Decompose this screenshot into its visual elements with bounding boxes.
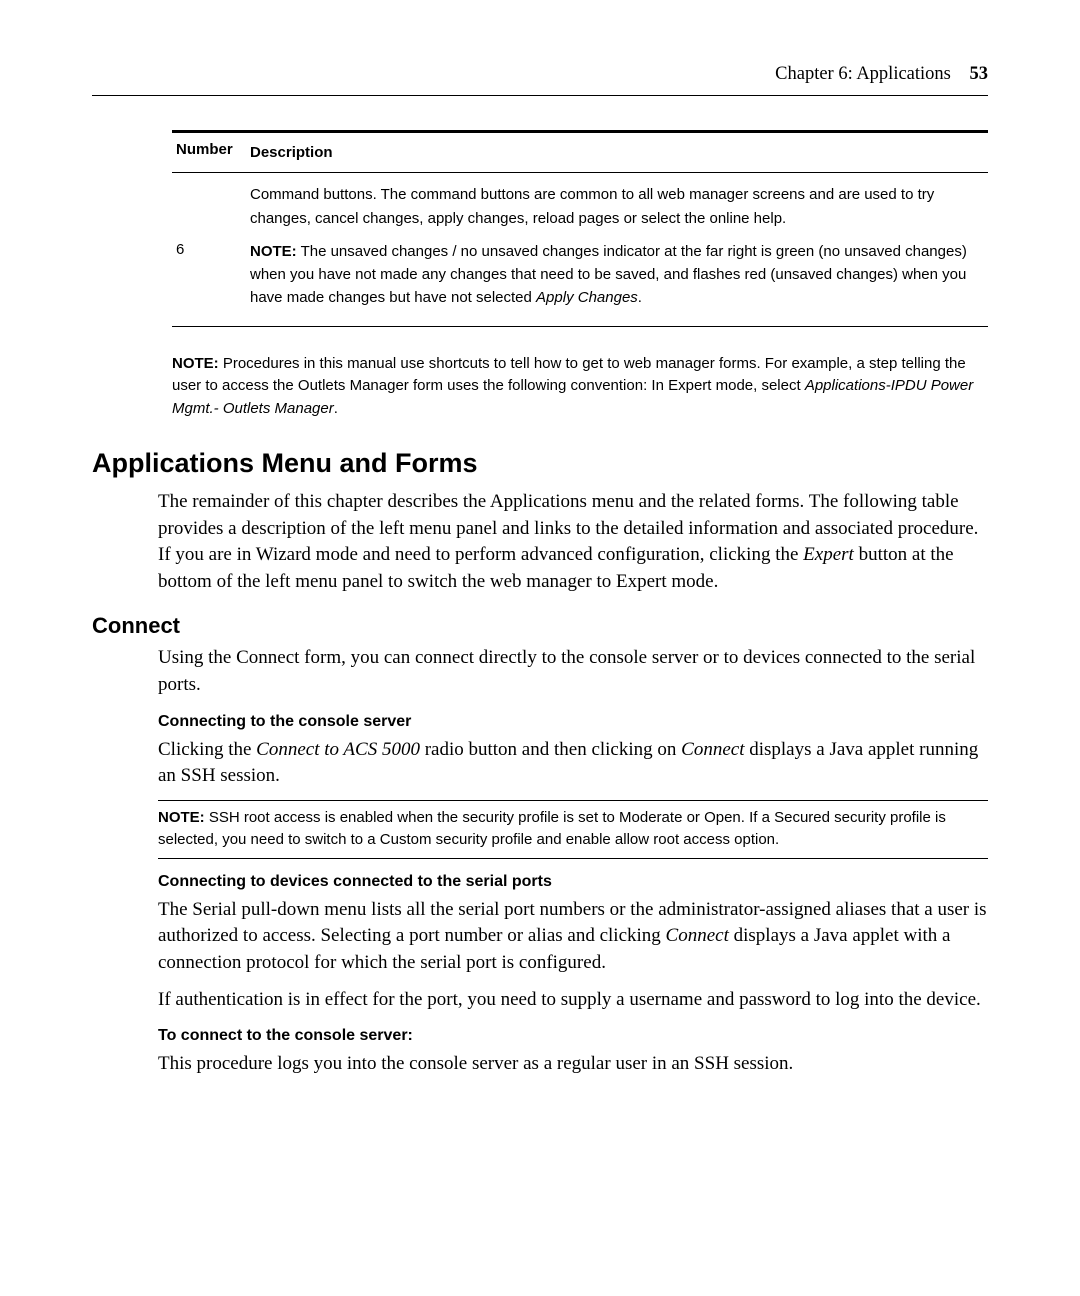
table-desc-paragraph: Command buttons. The command buttons are… [250,183,984,230]
description-table: Number Description 6 Command buttons. Th… [172,130,988,327]
table-cell-description: Command buttons. The command buttons are… [246,173,988,325]
cs-ital2: Connect [681,739,744,760]
auth-paragraph: If authentication is in effect for the p… [158,987,988,1014]
note-body: SSH root access is enabled when the secu… [158,809,946,849]
note-lead: NOTE: [172,355,219,372]
section-heading-applications-menu: Applications Menu and Forms [92,448,988,479]
intro-paragraph: The remainder of this chapter describes … [158,489,988,595]
procedures-note: NOTE: Procedures in this manual use shor… [172,353,988,421]
ssh-note: NOTE: SSH root access is enabled when th… [158,800,988,859]
page-header: Chapter 6: Applications 53 [92,64,988,96]
minor-heading-serial-devices: Connecting to devices connected to the s… [158,873,988,891]
page-number: 53 [970,64,989,84]
cs-a: Clicking the [158,739,256,760]
sd-ital: Connect [666,925,729,946]
cs-b: radio button and then clicking on [420,739,681,760]
note-lead: NOTE: [250,243,297,260]
to-connect-paragraph: This procedure logs you into the console… [158,1051,988,1078]
intro-ital: Expert [803,544,854,565]
cs-ital1: Connect to ACS 5000 [256,739,420,760]
table-header-description: Description [246,133,988,172]
minor-heading-to-connect: To connect to the console server: [158,1027,988,1045]
note-body-b: . [638,289,642,306]
console-server-paragraph: Clicking the Connect to ACS 5000 radio b… [158,737,988,790]
subsection-heading-connect: Connect [92,613,988,639]
connect-paragraph: Using the Connect form, you can connect … [158,645,988,698]
document-page: Chapter 6: Applications 53 Number Descri… [0,0,1080,1296]
minor-heading-console-server: Connecting to the console server [158,713,988,731]
serial-devices-paragraph: The Serial pull-down menu lists all the … [158,897,988,977]
chapter-label: Chapter 6: Applications [775,64,951,84]
table-header-number: Number [172,133,246,172]
note-lead: NOTE: [158,809,205,826]
note-body-b: . [334,400,338,417]
table-note: NOTE: The unsaved changes / no unsaved c… [250,240,984,310]
table-row: 6 Command buttons. The command buttons a… [172,173,988,325]
note-body-ital: Apply Changes [536,289,638,306]
table-cell-number: 6 [172,173,246,325]
